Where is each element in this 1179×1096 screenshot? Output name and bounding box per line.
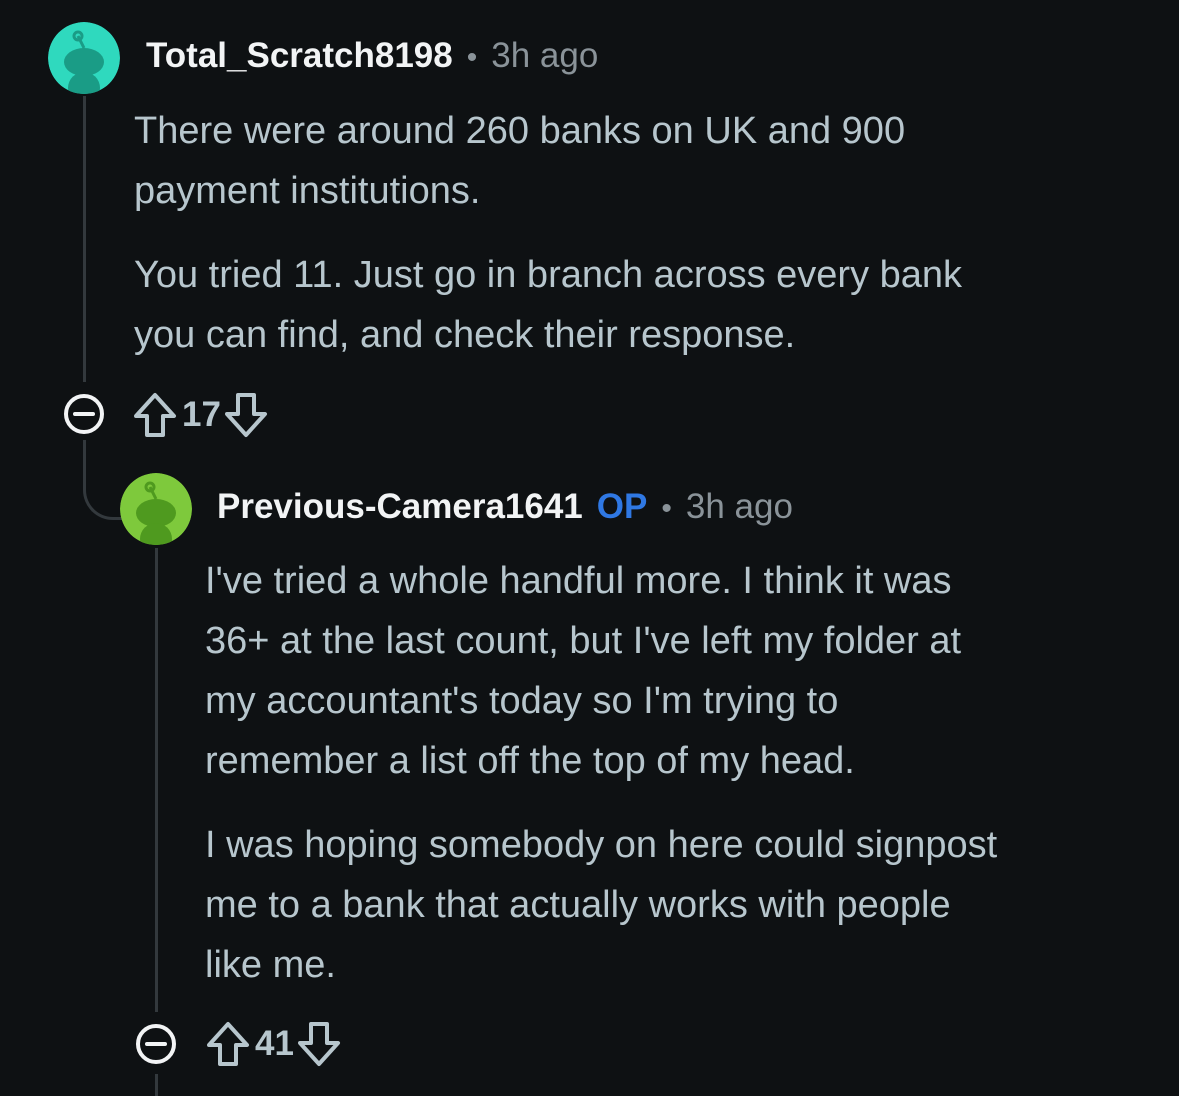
comment-paragraph: You tried 11. Just go in branch across e… bbox=[134, 245, 962, 365]
separator-dot: • bbox=[661, 492, 672, 525]
text-line: my accountant's today so I'm trying to bbox=[205, 680, 839, 722]
thread-line-1[interactable] bbox=[83, 96, 86, 382]
text-line: 36+ at the last count, but I've left my … bbox=[205, 620, 962, 662]
downvote-icon[interactable] bbox=[296, 1020, 342, 1068]
thread-line-2-lower[interactable] bbox=[155, 1074, 158, 1096]
comment-thread: Total_Scratch8198 • 3h ago There were ar… bbox=[0, 0, 1179, 1096]
text-line: I was hoping somebody on here could sign… bbox=[205, 824, 998, 866]
username[interactable]: Previous-Camera1641 bbox=[217, 487, 583, 527]
avatar[interactable] bbox=[120, 473, 192, 545]
timestamp[interactable]: 3h ago bbox=[686, 487, 793, 527]
collapse-icon[interactable] bbox=[62, 392, 106, 436]
text-line: You tried 11. Just go in branch across e… bbox=[134, 254, 963, 296]
collapse-icon[interactable] bbox=[134, 1022, 178, 1066]
upvote-icon[interactable] bbox=[132, 391, 178, 439]
comment-meta: Total_Scratch8198 • 3h ago bbox=[146, 36, 598, 76]
separator-dot: • bbox=[466, 41, 478, 74]
username[interactable]: Total_Scratch8198 bbox=[146, 36, 453, 76]
snoo-avatar-icon bbox=[48, 22, 120, 94]
comment-body: There were around 260 banks on UK and 90… bbox=[134, 101, 962, 389]
text-line: like me. bbox=[205, 944, 336, 986]
comment-meta: Previous-Camera1641 OP • 3h ago bbox=[217, 487, 793, 527]
vote-score: 17 bbox=[182, 395, 221, 434]
text-line: I've tried a whole handful more. I think… bbox=[205, 560, 952, 602]
text-line: There were around 260 banks on UK and 90… bbox=[134, 110, 906, 152]
thread-branch-curve bbox=[83, 470, 125, 520]
comment-body: I've tried a whole handful more. I think… bbox=[205, 551, 997, 1019]
vote-score: 41 bbox=[255, 1024, 294, 1063]
timestamp[interactable]: 3h ago bbox=[491, 36, 598, 76]
text-line: me to a bank that actually works with pe… bbox=[205, 884, 951, 926]
op-badge: OP bbox=[596, 487, 648, 526]
text-line: payment institutions. bbox=[134, 170, 481, 212]
downvote-icon[interactable] bbox=[223, 391, 269, 439]
snoo-avatar-icon bbox=[120, 473, 192, 545]
comment-paragraph: I've tried a whole handful more. I think… bbox=[205, 551, 997, 791]
vote-bar: 41 bbox=[205, 1019, 342, 1069]
thread-line-2[interactable] bbox=[155, 548, 158, 1012]
text-line: you can find, and check their response. bbox=[134, 314, 796, 356]
vote-bar: 17 bbox=[132, 390, 269, 440]
comment-paragraph: I was hoping somebody on here could sign… bbox=[205, 815, 997, 995]
text-line: remember a list off the top of my head. bbox=[205, 740, 855, 782]
avatar[interactable] bbox=[48, 22, 120, 94]
comment-paragraph: There were around 260 banks on UK and 90… bbox=[134, 101, 962, 221]
upvote-icon[interactable] bbox=[205, 1020, 251, 1068]
